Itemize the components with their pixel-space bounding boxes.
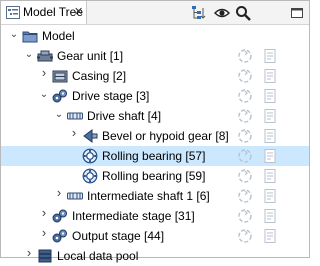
calculation-status-icon <box>238 89 252 103</box>
shaft-icon <box>67 112 83 120</box>
collapse-toggle-icon[interactable]: ⌄ <box>24 49 34 61</box>
casing-icon <box>52 70 68 83</box>
tree-node[interactable]: ⌄ Drive shaft [4] <box>1 106 309 126</box>
tree-node-label: Bevel or hypoid gear [8] <box>102 129 229 143</box>
calculation-status-icon <box>238 209 252 223</box>
tree-icon <box>6 6 20 19</box>
tab-model-tree[interactable]: Model Tree ✕ <box>1 1 87 24</box>
collapse-toggle-icon[interactable]: ⌄ <box>39 89 49 101</box>
tree-node-label: Rolling bearing [57] <box>102 149 206 163</box>
tree-node-label: Output stage [44] <box>72 229 165 243</box>
report-status-icon <box>264 209 276 223</box>
eye-icon[interactable] <box>214 5 230 21</box>
shaft-icon <box>67 192 83 200</box>
tree-node-label: Gear unit [1] <box>57 49 124 63</box>
report-status-icon <box>264 149 276 163</box>
calculation-status-icon <box>238 109 252 123</box>
data-pool-icon <box>38 249 52 263</box>
calculation-status-icon <box>238 189 252 203</box>
drive-stage-icon <box>52 89 67 103</box>
model-tree: ⌄ Model ⌄ Gear unit [1] › Casing [2] ⌄ Drive st… <box>1 25 309 263</box>
expand-toggle-icon[interactable]: › <box>39 66 49 79</box>
minimize-icon[interactable] <box>289 5 305 21</box>
report-status-icon <box>264 109 276 123</box>
calculation-status-icon <box>238 229 252 243</box>
gear-unit-icon <box>37 50 53 62</box>
tree-node-label: Intermediate shaft 1 [6] <box>87 189 210 203</box>
report-status-icon <box>264 129 276 143</box>
tree-node-label: Intermediate stage [31] <box>72 209 195 223</box>
search-icon[interactable] <box>235 5 251 21</box>
tree-node[interactable]: › Intermediate shaft 1 [6] <box>1 186 309 206</box>
report-status-icon <box>264 189 276 203</box>
tree-node[interactable]: › Output stage [44] <box>1 226 309 246</box>
tree-node[interactable]: ⌄ Drive stage [3] <box>1 86 309 106</box>
collapse-toggle-icon[interactable]: ⌄ <box>54 109 64 121</box>
bearing-icon <box>82 168 98 184</box>
tree-node[interactable]: Rolling bearing [59] <box>1 166 309 186</box>
expand-tree-icon[interactable] <box>191 5 207 21</box>
report-status-icon <box>264 69 276 83</box>
tree-node[interactable]: › Local data pool <box>1 246 309 266</box>
model-tree-panel: Model Tree ✕ ⌄ Model ⌄ Gear unit [1] › Casing… <box>0 0 310 263</box>
tree-node[interactable]: ⌄ Model <box>1 26 309 46</box>
calculation-status-icon <box>238 69 252 83</box>
tree-node[interactable]: ⌄ Gear unit [1] <box>1 46 309 66</box>
drive-stage-icon <box>52 229 67 243</box>
expand-toggle-icon[interactable]: › <box>54 186 64 199</box>
tree-node[interactable]: Rolling bearing [57] <box>1 146 309 166</box>
expand-toggle-icon[interactable]: › <box>24 246 34 259</box>
expand-toggle-icon[interactable]: › <box>39 226 49 239</box>
tree-node-label: Local data pool <box>57 249 139 263</box>
expand-toggle-icon[interactable]: › <box>39 206 49 219</box>
tree-node-label: Rolling bearing [59] <box>102 169 206 183</box>
tree-node[interactable]: › Bevel or hypoid gear [8] <box>1 126 309 146</box>
calculation-status-icon <box>238 49 252 63</box>
tree-node-label: Casing [2] <box>72 69 127 83</box>
bevel-gear-icon <box>83 129 98 143</box>
tree-node-label: Drive stage [3] <box>72 89 150 103</box>
expand-toggle-icon[interactable]: › <box>69 126 79 139</box>
folder-icon <box>22 31 38 43</box>
calculation-status-icon <box>238 169 252 183</box>
tab-bar: Model Tree ✕ <box>1 1 309 25</box>
report-status-icon <box>264 229 276 243</box>
report-status-icon <box>264 169 276 183</box>
tree-node-label: Model <box>42 29 75 43</box>
report-status-icon <box>264 49 276 63</box>
calculation-status-icon <box>238 129 252 143</box>
tree-node[interactable]: › Casing [2] <box>1 66 309 86</box>
tree-node[interactable]: › Intermediate stage [31] <box>1 206 309 226</box>
report-status-icon <box>264 89 276 103</box>
calculation-status-icon <box>238 149 252 163</box>
drive-stage-icon <box>52 209 67 223</box>
collapse-toggle-icon[interactable]: ⌄ <box>9 29 19 41</box>
close-icon[interactable]: ✕ <box>74 5 83 18</box>
tree-node-label: Drive shaft [4] <box>87 109 162 123</box>
bearing-icon <box>82 148 98 164</box>
